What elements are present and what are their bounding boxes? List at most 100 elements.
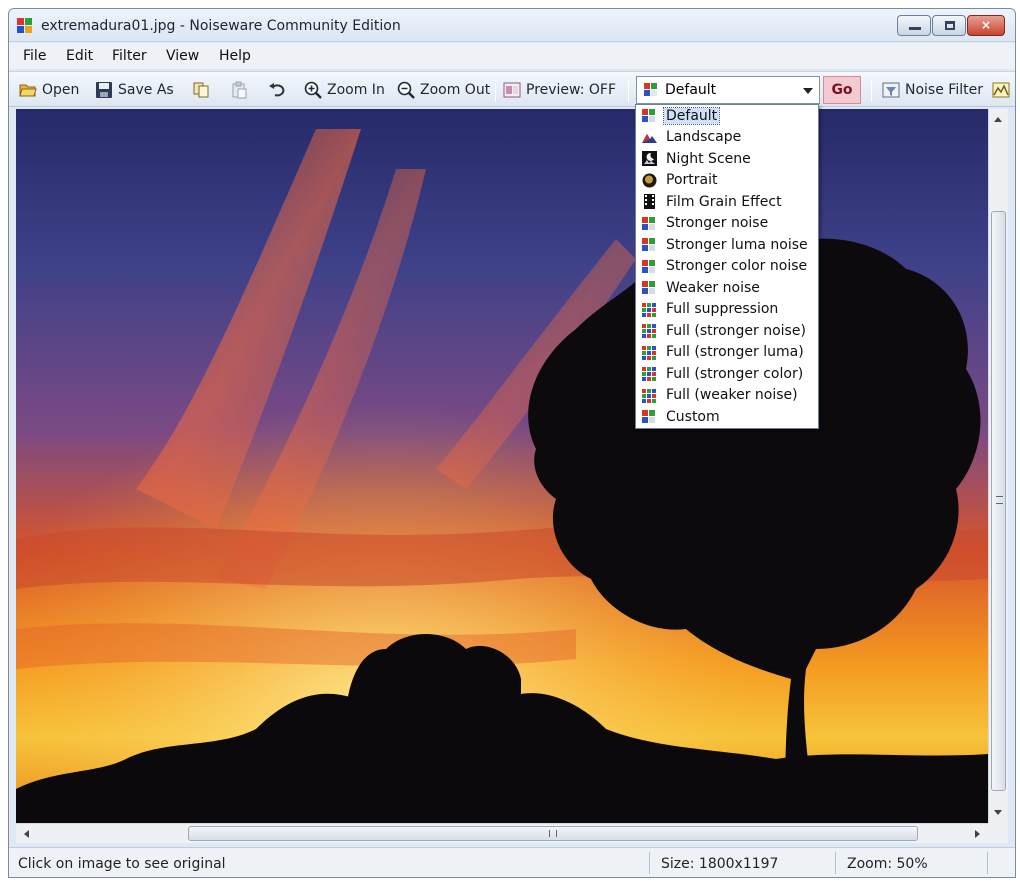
zoom-out-button[interactable]: Zoom Out <box>397 79 490 101</box>
menu-edit[interactable]: Edit <box>66 48 93 64</box>
maximize-icon <box>945 21 955 30</box>
noise-filter-icon <box>882 81 900 99</box>
night-scene-icon <box>642 151 657 166</box>
status-divider <box>987 852 988 874</box>
preset-color-icon <box>642 216 657 231</box>
minimize-button[interactable] <box>897 15 931 36</box>
zoom-out-icon <box>397 81 415 99</box>
preset-option-film-grain[interactable]: Film Grain Effect <box>636 191 818 213</box>
menu-file[interactable]: File <box>23 48 46 64</box>
preset-dropdown-list: Default Landscape Night Scene Portrait F… <box>635 104 819 429</box>
preset-option-stronger-luma-noise[interactable]: Stronger luma noise <box>636 234 818 256</box>
close-button[interactable]: × <box>967 15 1005 36</box>
go-button[interactable]: Go <box>823 76 861 104</box>
save-as-button[interactable]: Save As <box>95 79 174 101</box>
preset-option-label: Film Grain Effect <box>666 193 782 210</box>
vertical-scrollbar[interactable] <box>988 109 1008 823</box>
scroll-right-icon[interactable] <box>975 830 980 838</box>
app-window: extremadura01.jpg - Noiseware Community … <box>8 8 1016 878</box>
paste-button[interactable] <box>230 79 248 101</box>
preset-option-full-stronger-noise[interactable]: Full (stronger noise) <box>636 320 818 342</box>
status-divider <box>649 852 650 874</box>
vertical-scroll-thumb[interactable] <box>991 211 1006 791</box>
menu-filter[interactable]: Filter <box>112 48 147 64</box>
preset-option-full-weaker-noise[interactable]: Full (weaker noise) <box>636 385 818 407</box>
preset-option-label: Custom <box>666 408 720 425</box>
status-hint: Click on image to see original <box>18 856 226 872</box>
histogram-button[interactable] <box>992 79 1010 101</box>
chevron-down-icon[interactable] <box>803 88 813 94</box>
preset-color-icon <box>642 108 657 123</box>
preset-option-stronger-color-noise[interactable]: Stronger color noise <box>636 256 818 278</box>
preview-toggle-button[interactable]: Preview: OFF <box>503 79 616 101</box>
toolbar-separator <box>495 80 496 102</box>
copy-icon <box>192 81 210 99</box>
preset-option-full-stronger-color[interactable]: Full (stronger color) <box>636 363 818 385</box>
zoom-in-label: Zoom In <box>327 82 385 98</box>
preset-full-icon <box>642 366 657 381</box>
scroll-up-icon[interactable] <box>994 117 1002 122</box>
horizontal-scrollbar[interactable] <box>16 823 988 843</box>
image-canvas[interactable] <box>16 109 988 823</box>
undo-icon <box>268 81 286 99</box>
menu-help[interactable]: Help <box>219 48 251 64</box>
copy-button[interactable] <box>192 79 210 101</box>
title-bar[interactable]: extremadura01.jpg - Noiseware Community … <box>9 9 1015 42</box>
preset-option-full-stronger-luma[interactable]: Full (stronger luma) <box>636 342 818 364</box>
noise-filter-button[interactable]: Noise Filter <box>882 79 983 101</box>
preset-option-label: Full (stronger noise) <box>666 322 806 339</box>
preset-option-weaker-noise[interactable]: Weaker noise <box>636 277 818 299</box>
menu-view[interactable]: View <box>166 48 199 64</box>
preset-color-icon <box>642 259 657 274</box>
preset-color-icon <box>642 280 657 295</box>
portrait-icon <box>642 173 657 188</box>
toolbar: Open Save As Zoom In Zoom Out Preview: O… <box>9 71 1015 107</box>
undo-button[interactable] <box>268 79 286 101</box>
preset-option-label: Default <box>662 106 721 125</box>
window-title: extremadura01.jpg - Noiseware Community … <box>41 18 401 34</box>
preset-option-label: Stronger color noise <box>666 258 808 275</box>
preset-option-label: Portrait <box>666 172 718 189</box>
preset-option-portrait[interactable]: Portrait <box>636 170 818 192</box>
noise-filter-label: Noise Filter <box>905 82 983 98</box>
preset-option-label: Stronger luma noise <box>666 236 808 253</box>
preset-color-icon <box>644 83 658 97</box>
zoom-in-button[interactable]: Zoom In <box>304 79 385 101</box>
zoom-out-label: Zoom Out <box>420 82 491 98</box>
open-folder-icon <box>19 81 37 99</box>
save-as-label: Save As <box>118 82 174 98</box>
preset-option-stronger-noise[interactable]: Stronger noise <box>636 213 818 235</box>
preset-full-icon <box>642 388 657 403</box>
maximize-button[interactable] <box>932 15 966 36</box>
histogram-icon <box>992 81 1010 99</box>
preset-option-label: Stronger noise <box>666 215 769 232</box>
preview-icon <box>503 81 521 99</box>
open-button[interactable]: Open <box>19 79 79 101</box>
preset-select[interactable]: Default <box>636 76 820 104</box>
preset-full-icon <box>642 302 657 317</box>
scroll-left-icon[interactable] <box>24 830 29 838</box>
preset-option-landscape[interactable]: Landscape <box>636 127 818 149</box>
preset-option-custom[interactable]: Custom <box>636 406 818 428</box>
preset-option-label: Full suppression <box>666 301 779 318</box>
status-bar: Click on image to see original Size: 180… <box>9 847 1015 877</box>
status-divider <box>835 852 836 874</box>
scroll-down-icon[interactable] <box>994 810 1002 815</box>
preset-option-night-scene[interactable]: Night Scene <box>636 148 818 170</box>
preset-option-full-suppression[interactable]: Full suppression <box>636 299 818 321</box>
preset-select-value: Default <box>665 82 717 98</box>
grip-icon <box>549 830 557 837</box>
zoom-in-icon <box>304 81 322 99</box>
preset-option-label: Weaker noise <box>666 279 760 296</box>
preset-color-icon <box>642 409 657 424</box>
toolbar-separator <box>871 80 872 102</box>
horizontal-scroll-thumb[interactable] <box>188 826 918 841</box>
preset-full-icon <box>642 323 657 338</box>
preset-option-default[interactable]: Default <box>636 105 818 127</box>
grip-icon <box>996 496 1003 504</box>
preview-label: Preview: OFF <box>526 82 617 98</box>
floppy-disk-icon <box>95 81 113 99</box>
close-icon: × <box>980 18 992 32</box>
landscape-icon <box>642 130 657 145</box>
noiseware-app-icon <box>17 18 33 34</box>
